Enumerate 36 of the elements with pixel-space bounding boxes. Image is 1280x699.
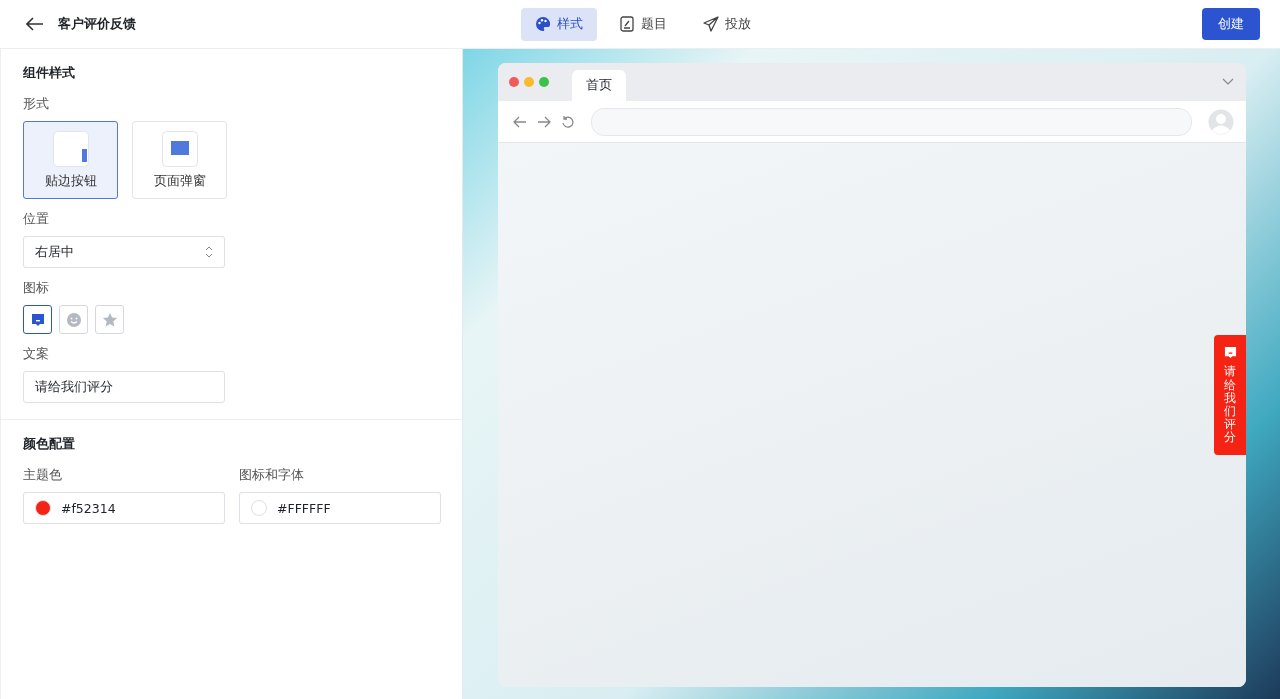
field-label: 图标和字体: [239, 467, 305, 484]
message-icon: [30, 312, 45, 327]
color-field[interactable]: #FFFFFF: [239, 492, 441, 524]
icon-option[interactable]: [23, 305, 52, 334]
field-label: 文案: [23, 346, 50, 363]
message-icon: [1223, 346, 1237, 360]
style-option-card[interactable]: 页面弹窗: [132, 121, 227, 199]
section-title: 组件样式: [23, 65, 76, 82]
refresh-icon[interactable]: [561, 114, 575, 129]
chevron-down-icon: [1222, 78, 1234, 86]
section-title: 颜色配置: [23, 436, 76, 453]
field-label: 主题色: [23, 467, 63, 484]
forward-arrow-icon[interactable]: [537, 115, 551, 128]
chevron-up-down-icon: [205, 246, 213, 258]
browser-tab[interactable]: 首页: [572, 70, 626, 101]
tab[interactable]: 样式: [521, 7, 597, 41]
field-label: 位置: [23, 211, 50, 228]
tab[interactable]: 题目: [605, 7, 681, 41]
tab[interactable]: 投放: [689, 7, 765, 41]
document-edit-icon: [619, 16, 635, 32]
position-select[interactable]: 右居中: [23, 236, 225, 268]
star-icon: [101, 311, 118, 328]
create-button[interactable]: 创建: [1202, 8, 1260, 40]
smiley-icon: [65, 311, 82, 328]
style-option-card[interactable]: 贴边按钮: [23, 121, 118, 199]
color-field[interactable]: #f52314: [23, 492, 225, 524]
edge-button-preview-icon: [52, 130, 89, 167]
feedback-side-button[interactable]: 请给我们评分: [1214, 335, 1246, 455]
palette-icon: [535, 16, 551, 32]
page-title: 客户评价反馈: [58, 15, 136, 33]
popup-preview-icon: [161, 130, 198, 167]
field-label: 形式: [23, 96, 50, 113]
back-arrow-icon[interactable]: [26, 17, 44, 31]
field-label: 图标: [23, 280, 50, 297]
copy-text-field[interactable]: 请给我们评分: [23, 371, 225, 403]
paper-plane-icon: [703, 16, 719, 32]
